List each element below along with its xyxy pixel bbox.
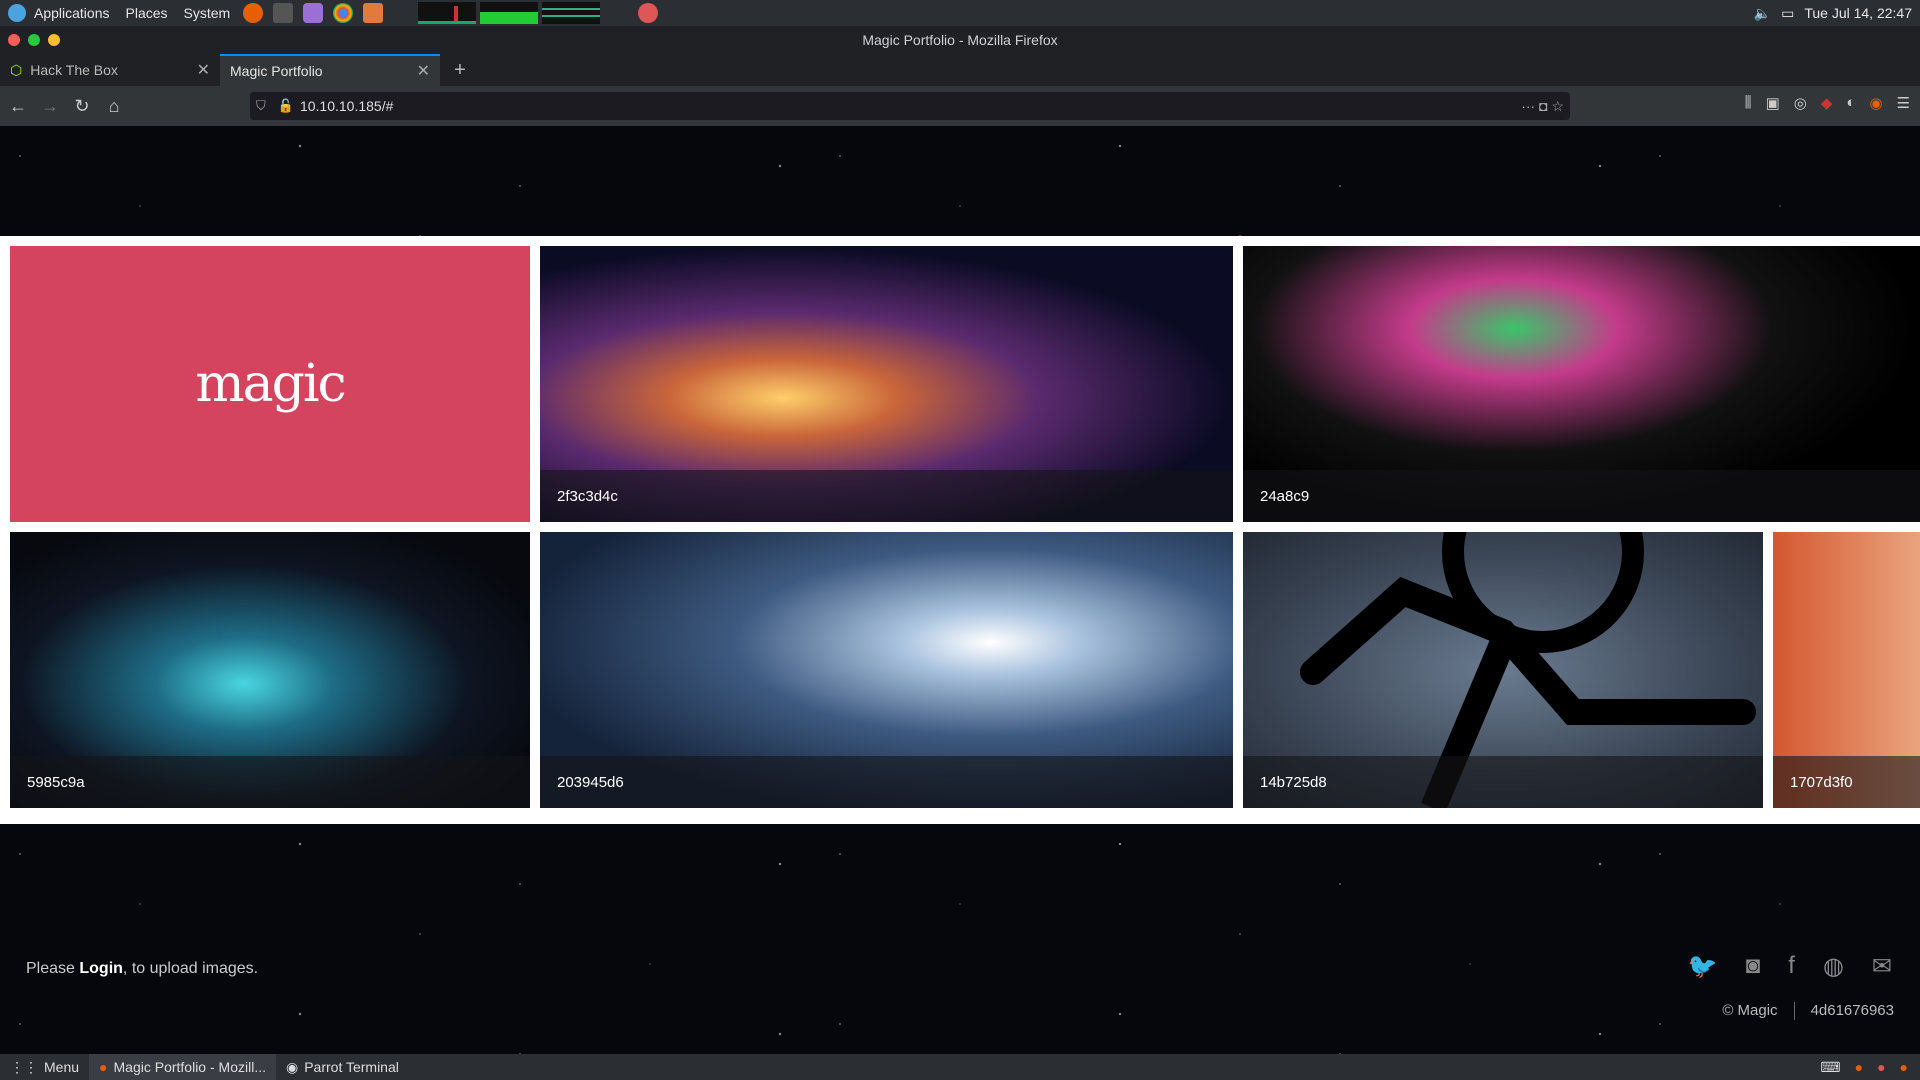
account-icon[interactable]: ◎ [1794,94,1807,112]
back-icon[interactable]: ← [4,92,32,120]
footer-hash: 4d61676963 [1810,1002,1894,1019]
login-link[interactable]: Login [79,960,123,977]
navigation-toolbar: ← → ↻ ⌂ ⛉ 🔓 10.10.10.185/# ··· ◘ ☆ ⫼ ▣ ◎… [0,86,1920,126]
dribbble-icon[interactable]: ◍ [1823,952,1844,981]
hamburger-menu-icon[interactable]: ☰ [1897,94,1910,112]
firefox-launcher-icon[interactable] [243,3,264,23]
gallery-caption: 14b725d8 [1243,756,1763,808]
tab-hack-the-box[interactable]: ⬡ Hack The Box ✕ [0,54,220,86]
page-viewport: magic 2f3c3d4c 24a8c9 5985c9a 203945d6 1… [0,126,1920,1054]
start-menu-button[interactable]: ⋮⋮ Menu [0,1054,89,1080]
task-label: Parrot Terminal [304,1059,399,1075]
shield-icon[interactable]: ⛉ [256,98,266,114]
maximize-window-button[interactable] [28,34,40,46]
extension-icon[interactable]: ◐ [1846,94,1855,112]
window-titlebar: Magic Portfolio - Mozilla Firefox [0,26,1920,54]
copyright-row: © Magic 4d61676963 [1722,1002,1894,1020]
window-title: Magic Portfolio - Mozilla Firefox [862,32,1058,48]
tray-firefox-icon[interactable]: ● [1855,1059,1863,1076]
sublime-launcher-icon[interactable] [363,3,384,23]
close-tab-icon[interactable]: ✕ [197,60,210,80]
tab-bar: ⬡ Hack The Box ✕ Magic Portfolio ✕ + [0,54,1920,86]
tray-keyboard-icon[interactable]: ⌨ [1820,1059,1840,1076]
tab-magic-portfolio[interactable]: Magic Portfolio ✕ [220,54,440,86]
ghost-app-icon[interactable] [638,3,659,23]
gallery-item[interactable]: 24a8c9 [1243,246,1920,522]
close-tab-icon[interactable]: ✕ [417,61,430,81]
email-icon[interactable]: ✉ [1872,952,1892,981]
library-icon[interactable]: ⫼ [1745,94,1752,112]
menu-applications[interactable]: Applications [26,5,118,21]
gallery-item[interactable]: 5985c9a [10,532,530,808]
gallery-caption: 203945d6 [540,756,1233,808]
foxyproxy-icon[interactable]: ◉ [1869,94,1882,112]
login-prefix: Please [26,960,80,977]
social-links: 🐦 ◙ f ◍ ✉ [1688,952,1892,981]
url-bar[interactable]: ⛉ 🔓 10.10.10.185/# ··· ◘ ☆ [250,92,1570,120]
parrot-logo-icon[interactable] [8,4,26,22]
minimize-window-button[interactable] [48,34,60,46]
home-icon[interactable]: ⌂ [100,92,128,120]
hero-banner [0,126,1920,236]
gallery: magic 2f3c3d4c 24a8c9 5985c9a 203945d6 1… [0,236,1920,824]
facebook-icon[interactable]: f [1788,952,1795,981]
menu-grid-icon: ⋮⋮ [10,1058,38,1075]
menu-label: Menu [44,1059,80,1075]
clock[interactable]: Tue Jul 14, 22:47 [1804,5,1912,21]
cpu-monitor [418,2,477,24]
url-text[interactable]: 10.10.10.185/# [300,98,393,114]
tray-firefox-icon-2[interactable]: ● [1900,1059,1908,1076]
login-suffix: , to upload images. [122,960,259,977]
gallery-item[interactable]: 1707d3f0 [1773,532,1920,808]
page-footer: Please Login, to upload images. 🐦 ◙ f ◍ … [0,824,1920,1054]
display-icon[interactable]: ▭ [1781,5,1794,22]
menu-places[interactable]: Places [118,5,176,21]
taskbar-item-terminal[interactable]: ◉ Parrot Terminal [276,1054,409,1080]
magic-logo-tile[interactable]: magic [10,246,530,522]
login-prompt: Please Login, to upload images. [26,960,258,978]
sidebar-icon[interactable]: ▣ [1766,94,1780,112]
network-monitor [542,2,601,24]
magic-logo: magic [195,354,346,414]
firefox-icon: ● [99,1059,108,1075]
gallery-caption: 24a8c9 [1243,470,1920,522]
tray-ghost-icon[interactable]: ● [1877,1059,1885,1076]
chrome-launcher-icon[interactable] [333,3,354,23]
taskbar: ⋮⋮ Menu ● Magic Portfolio - Mozill... ◉ … [0,1054,1920,1080]
gallery-caption: 2f3c3d4c [540,470,1233,522]
menu-system[interactable]: System [176,5,239,21]
terminal-launcher-icon[interactable] [273,3,294,23]
copyright-text: © Magic [1722,1002,1778,1019]
gallery-item[interactable]: 2f3c3d4c [540,246,1233,522]
burp-launcher-icon[interactable] [303,3,324,23]
tab-label: Magic Portfolio [230,63,323,79]
htb-favicon-icon: ⬡ [10,61,23,78]
instagram-icon[interactable]: ◙ [1746,952,1761,981]
divider [1793,1002,1795,1020]
twitter-icon[interactable]: 🐦 [1688,952,1718,981]
terminal-icon: ◉ [285,1058,299,1075]
gallery-item[interactable]: 14b725d8 [1243,532,1763,808]
gallery-item[interactable]: 203945d6 [540,532,1233,808]
insecure-lock-icon[interactable]: 🔓 [278,98,294,114]
gallery-caption: 5985c9a [10,756,530,808]
taskbar-item-firefox[interactable]: ● Magic Portfolio - Mozill... [89,1054,276,1080]
memory-monitor [480,2,539,24]
page-actions-icon[interactable]: ··· ◘ ☆ [1521,98,1570,115]
new-tab-button[interactable]: + [440,54,480,86]
top-panel: Applications Places System 🔈 ▭ Tue Jul 1… [0,0,1920,26]
tab-label: Hack The Box [30,62,118,78]
close-window-button[interactable] [8,34,20,46]
ublock-icon[interactable]: ◆ [1821,94,1833,112]
gallery-caption: 1707d3f0 [1773,756,1920,808]
reload-icon[interactable]: ↻ [68,92,96,120]
task-label: Magic Portfolio - Mozill... [113,1059,266,1075]
forward-icon[interactable]: → [36,92,64,120]
volume-icon[interactable]: 🔈 [1754,5,1771,22]
